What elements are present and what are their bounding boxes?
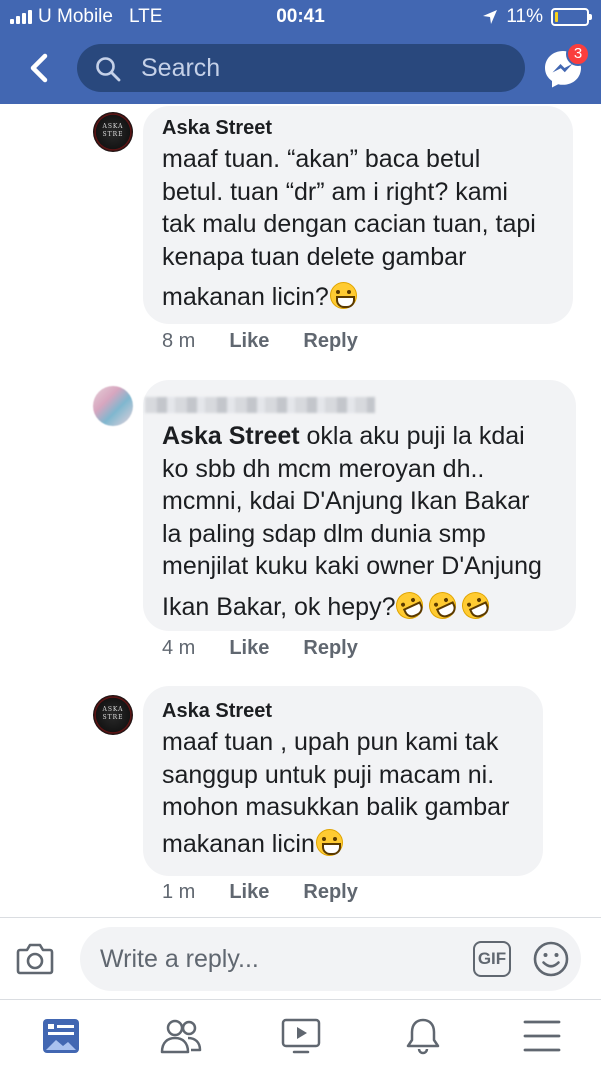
- watch-icon[interactable]: [280, 1016, 322, 1056]
- comment-author[interactable]: Aska Street: [162, 117, 272, 140]
- rofl-face-icon: [392, 587, 428, 623]
- reply-composer[interactable]: GIF: [80, 927, 581, 991]
- comment-line: maaf tuan , upah pun kami tak: [162, 728, 499, 756]
- avatar-logo: ASKA STRE: [102, 706, 124, 721]
- status-bar: U Mobile LTE 00:41 11%: [0, 0, 601, 34]
- rofl-face-icon: [425, 587, 461, 623]
- comment-line: tak malu dengan cacian tuan, tapi: [162, 210, 536, 238]
- comment-actions: 1 m Like Reply: [162, 881, 358, 904]
- comment-time: 8 m: [162, 330, 196, 352]
- comment-time: 4 m: [162, 637, 196, 659]
- location-arrow-icon: [483, 10, 498, 24]
- comment-line: makanan licin: [162, 829, 315, 858]
- friends-icon[interactable]: [160, 1016, 202, 1056]
- reply-input[interactable]: [100, 943, 460, 975]
- search-icon: [96, 57, 121, 82]
- bottom-nav: [0, 1000, 601, 1071]
- menu-icon[interactable]: [521, 1016, 563, 1056]
- comment-line: betul. tuan “dr” am i right? kami: [162, 177, 508, 206]
- gif-button[interactable]: GIF: [473, 941, 511, 977]
- reply-button[interactable]: Reply: [303, 330, 357, 353]
- avatar-logo: ASKA STRE: [102, 123, 124, 138]
- status-right: 11%: [482, 6, 592, 28]
- mention-link[interactable]: Aska Street: [162, 422, 300, 450]
- comment-line: mohon masukkan balik gambar: [162, 793, 510, 821]
- comment-text: maaf tuan , upah pun kami tak sanggup un…: [162, 726, 509, 860]
- comment-time: 1 m: [162, 881, 196, 903]
- comment-line: la paling sdap dlm dunia smp: [162, 519, 486, 548]
- emoji-picker-icon[interactable]: [532, 940, 570, 978]
- comment-line: menjilat kuku kaki owner D'Anjung: [162, 552, 542, 580]
- comment-line: Ikan Bakar, ok hepy?: [162, 592, 396, 621]
- comment-author-blurred[interactable]: [145, 397, 375, 413]
- comment-text: maaf tuan. “akan” baca betul betul. tuan…: [162, 143, 536, 314]
- reply-button[interactable]: Reply: [303, 637, 357, 660]
- comment-line: ko sbb dh mcm meroyan dh..: [162, 454, 485, 483]
- grinning-face-icon: [315, 828, 343, 856]
- battery-level-fill: [555, 12, 558, 22]
- like-button[interactable]: Like: [229, 637, 269, 660]
- reply-button[interactable]: Reply: [303, 881, 357, 904]
- battery-percent: 11%: [506, 6, 543, 27]
- avatar[interactable]: [93, 386, 133, 426]
- back-arrow-icon[interactable]: [22, 50, 58, 86]
- comment-line: makanan licin?: [162, 283, 329, 311]
- divider: [0, 917, 601, 918]
- avatar[interactable]: ASKA STRE: [93, 695, 133, 735]
- notifications-icon[interactable]: [402, 1016, 444, 1056]
- top-bar: U Mobile LTE 00:41 11% 3: [0, 0, 601, 104]
- comment-author[interactable]: Aska Street: [162, 700, 272, 723]
- search-bar[interactable]: [77, 44, 525, 92]
- search-input[interactable]: [141, 52, 501, 84]
- grinning-face-icon: [329, 282, 357, 309]
- comment-line: maaf tuan. “akan” baca betul: [162, 145, 481, 173]
- like-button[interactable]: Like: [229, 330, 269, 353]
- avatar[interactable]: ASKA STRE: [93, 112, 133, 152]
- comment-line: mcmni, kdai D'Anjung Ikan Bakar: [162, 487, 530, 515]
- comment-line: sanggup untuk puji macam ni.: [162, 760, 495, 789]
- comment-line: kenapa tuan delete gambar: [162, 242, 467, 271]
- comment-actions: 8 m Like Reply: [162, 330, 358, 353]
- battery-icon: [551, 8, 592, 26]
- comment-text: Aska Street okla aku puji la kdai ko sbb…: [162, 420, 542, 623]
- like-button[interactable]: Like: [229, 881, 269, 904]
- comment-actions: 4 m Like Reply: [162, 637, 358, 660]
- news-feed-icon[interactable]: [40, 1016, 82, 1056]
- camera-icon[interactable]: [16, 941, 54, 975]
- rofl-face-icon: [458, 587, 494, 623]
- messenger-badge: 3: [566, 42, 590, 66]
- comment-line: okla aku puji la kdai: [299, 422, 525, 450]
